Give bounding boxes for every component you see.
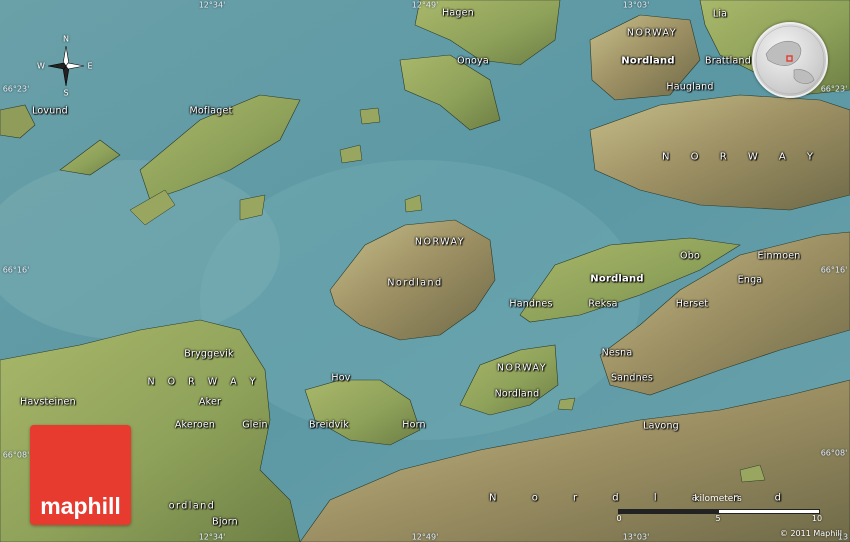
region-ordland-sw: ordland [168, 500, 216, 512]
place-haugland: Haugland [666, 81, 714, 93]
place-aker: Aker [198, 396, 222, 408]
country-norway-wide: N O R W A Y [661, 151, 823, 163]
place-bryggevik: Bryggevik [184, 348, 234, 360]
map-viewport[interactable]: 12°34' 12°49' 13°03' 12°34' 12°49' 13°03… [0, 0, 850, 542]
place-hov: Hov [331, 372, 351, 384]
place-nesna: Nesna [601, 347, 633, 359]
logo-text: maphill [40, 493, 121, 519]
coord-top-2: 12°49' [411, 0, 439, 10]
coord-left-3: 66°08' [2, 450, 30, 460]
place-einmoen: Einmoen [757, 250, 801, 262]
coord-bottom-3: 13°03' [622, 532, 650, 542]
scale-title: kilometers [694, 494, 742, 504]
place-lia: Lia [712, 8, 728, 20]
place-akeroen: Akeroen [174, 419, 216, 431]
place-handnes: Handnes [509, 298, 553, 310]
place-havsteinen: Havsteinen [20, 396, 76, 408]
place-reksa: Reksa [588, 298, 618, 310]
coord-top-3: 13°03' [622, 0, 650, 10]
place-bjorn: Bjorn [212, 516, 238, 528]
coord-bottom-1: 12°34' [198, 532, 226, 542]
globe-icon [755, 25, 825, 95]
country-norway-sw: N O R W A Y [147, 376, 261, 388]
scale-tick-0: 0 [616, 514, 622, 523]
compass-n: N [63, 34, 69, 44]
country-norway-south: NORWAY [496, 362, 548, 374]
coord-right-1: 66°23' [820, 84, 848, 94]
place-glein: Glein [242, 419, 268, 431]
globe-locator[interactable] [752, 22, 828, 98]
place-brattland: Brattland [704, 55, 752, 67]
place-lovund: Lovund [32, 105, 68, 117]
coord-left-1: 66°23' [2, 84, 30, 94]
compass-s: S [63, 88, 69, 98]
copyright-text: © 2011 Maphill [779, 529, 842, 538]
compass-rose: N S E W [37, 34, 93, 98]
place-onoya: Onoya [457, 55, 489, 67]
country-norway-center: NORWAY [414, 236, 466, 248]
place-sandnes: Sandnes [610, 372, 654, 384]
country-norway-ne: NORWAY [626, 27, 678, 39]
place-herset: Herset [675, 298, 709, 310]
compass-icon [47, 45, 85, 87]
scale-bar: kilometers 0 5 10 [616, 492, 822, 523]
place-moflaget: Moflaget [189, 105, 233, 117]
place-breidvik: Breidvik [308, 419, 350, 431]
coord-top-1: 12°34' [198, 0, 226, 10]
place-hagen: Hagen [442, 7, 474, 19]
place-horn: Horn [402, 419, 426, 431]
region-nordland-ne: Nordland [621, 55, 675, 67]
place-enga: Enga [737, 274, 763, 286]
maphill-logo[interactable]: maphill [30, 425, 131, 525]
region-nordland-south: Nordland [494, 388, 540, 400]
coord-left-2: 66°16' [2, 265, 30, 275]
compass-w: W [37, 61, 45, 71]
coord-right-3: 66°08' [820, 448, 848, 458]
coord-right-2: 66°16' [820, 265, 848, 275]
scale-tick-5: 5 [715, 514, 721, 523]
coord-bottom-2: 12°49' [411, 532, 439, 542]
place-lavong: Lavong [643, 420, 679, 432]
compass-e: E [87, 61, 93, 71]
region-nordland-east: Nordland [590, 273, 644, 285]
scale-tick-10: 10 [811, 514, 823, 523]
region-nordland-center: Nordland [387, 277, 443, 289]
place-obo: Obo [680, 250, 700, 262]
